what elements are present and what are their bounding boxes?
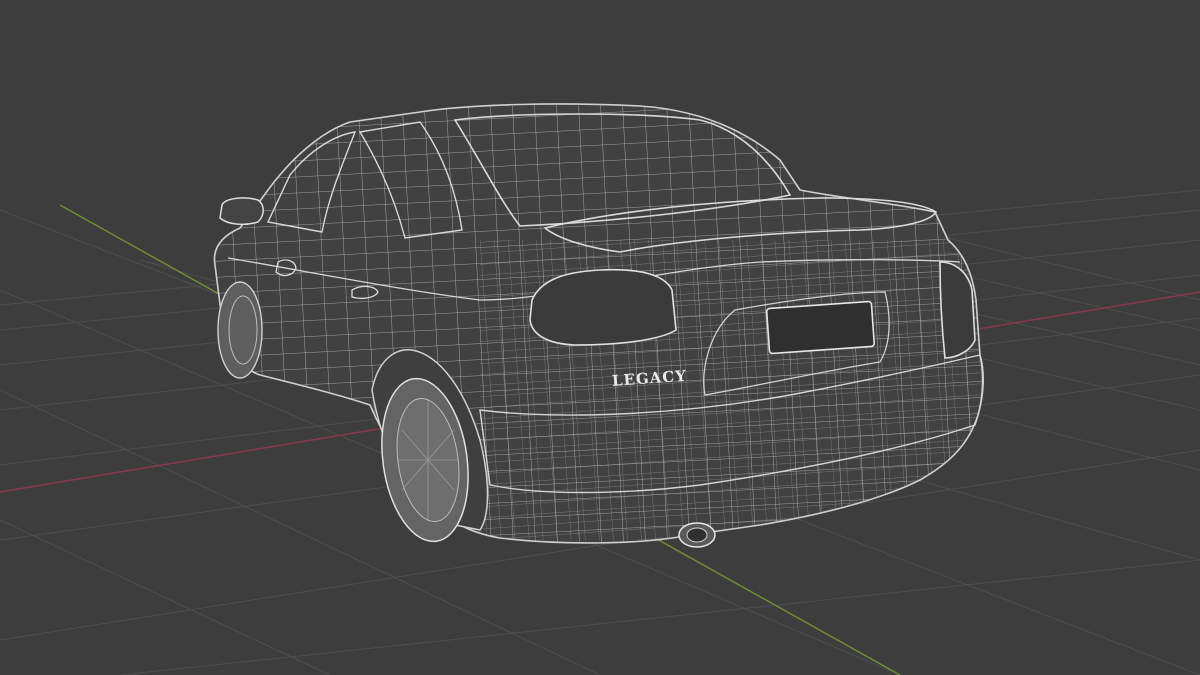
license-plate[interactable] — [765, 300, 876, 355]
exhaust-pipe[interactable] — [678, 522, 716, 548]
tail-light-left[interactable] — [529, 268, 677, 346]
side-mirror[interactable] — [219, 197, 264, 226]
viewport-canvas[interactable]: LEGACY — [0, 0, 1200, 675]
car-wireframe-model[interactable]: LEGACY — [200, 100, 1000, 560]
3d-viewport[interactable]: LEGACY — [0, 0, 1200, 675]
wheel-front-left[interactable] — [217, 281, 263, 379]
